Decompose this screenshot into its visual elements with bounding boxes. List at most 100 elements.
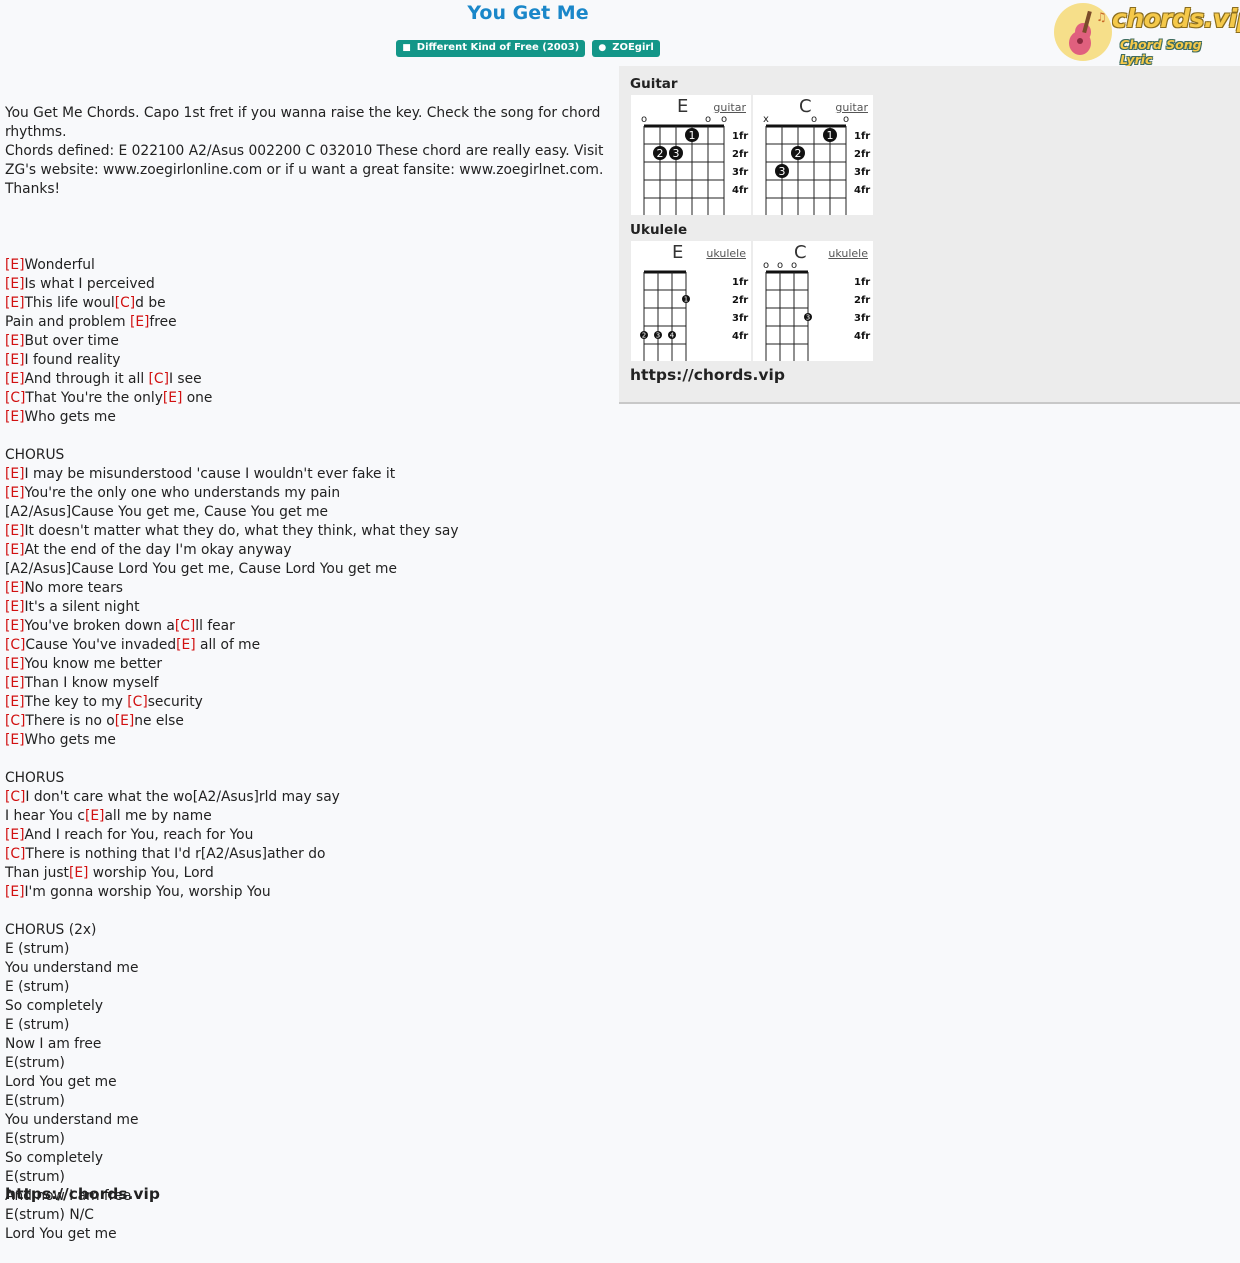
fret-label: 4fr [854,331,870,342]
chord-mark[interactable]: [E] [5,466,24,482]
chord-mark[interactable]: [C] [5,390,25,406]
chord-mark[interactable]: [E] [5,884,24,900]
lyric-line: [E]I'm gonna worship You, worship You [5,884,271,900]
lyric-line: Lord You get me [5,1074,117,1090]
fret-label: 1fr [732,277,748,288]
chord-mark[interactable]: [E] [5,732,24,748]
chord-mark[interactable]: [E] [5,618,24,634]
chord-name: E [672,242,684,263]
fret-label: 3fr [732,313,748,324]
chord-mark[interactable]: [C] [5,637,25,653]
chord-instrument-link[interactable]: guitar [713,101,746,114]
fret-label: 1fr [732,131,748,142]
open-mute-mark: x [763,114,769,125]
artist-label: ZOEgirl [612,42,654,53]
ukulele-heading: Ukulele [630,222,688,238]
chord-mark[interactable]: [C] [5,789,25,805]
lyric-line: I hear You c[E]all me by name [5,808,212,824]
chord-instrument-link[interactable]: guitar [835,101,868,114]
chord-instrument-link[interactable]: ukulele [828,247,868,260]
fret-label: 4fr [732,331,748,342]
intro-line: Thanks! [5,181,61,197]
chord-mark[interactable]: [E] [5,580,24,596]
chord-mark[interactable]: [E] [5,694,24,710]
chord-mark[interactable]: [E] [5,542,24,558]
chord-mark[interactable]: [E] [163,390,182,406]
lyric-line: [E]At the end of the day I'm okay anyway [5,542,292,558]
site-logo[interactable]: ♫ chords.vip Chord Song Lyric [1054,2,1240,67]
person-icon: ● [598,43,607,53]
chord-mark[interactable]: [E] [5,827,24,843]
fret-label: 3fr [854,313,870,324]
lyric-line: [E]You're the only one who understands m… [5,485,341,501]
intro-line: ZG's website: www.zoegirlonline.com or i… [5,162,604,178]
chord-mark[interactable]: [E] [5,409,24,425]
intro-line: Chords defined: E 022100 A2/Asus 002200 … [5,143,604,159]
chord-mark[interactable]: [E] [5,675,24,691]
chord-mark[interactable]: [E] [5,352,24,368]
lyric-line: E(strum) N/C [5,1207,94,1223]
svg-text:♫: ♫ [1096,10,1107,24]
song-content: You Get Me Chords. Capo 1st fret if you … [5,66,605,1263]
panel-site-link[interactable]: https://chords.vip [630,366,785,384]
chord-mark[interactable]: [E] [85,808,104,824]
footer-site-link[interactable]: https://chords.vip [5,1185,160,1203]
lyric-line: [E]Wonderful [5,257,95,273]
lyric-line [5,427,605,446]
album-badge[interactable]: ■ Different Kind of Free (2003) [396,40,586,57]
lyrics-body: [E]Wonderful [E]Is what I perceived [E]Thi… [5,237,605,1244]
album-label: Different Kind of Free (2003) [416,42,580,53]
intro-line: You Get Me Chords. Capo 1st fret if you … [5,105,601,121]
chord-mark[interactable]: [E] [5,257,24,273]
open-mute-mark: o [705,114,711,125]
chord-mark[interactable]: [E] [5,523,24,539]
fret-label: 2fr [732,295,748,306]
chord-mark[interactable]: [C] [5,846,25,862]
fret-label: 4fr [854,185,870,196]
fret-label: 4fr [732,185,748,196]
chord-mark[interactable]: [C] [127,694,147,710]
chord-mark[interactable]: [C] [175,618,195,634]
chord-mark[interactable]: [E] [5,295,24,311]
fret-label: 1fr [854,277,870,288]
lyric-line: [A2/Asus]Cause You get me, Cause You get… [5,504,329,520]
chord-instrument-link[interactable]: ukulele [706,247,746,260]
lyric-line: CHORUS [5,447,65,463]
lyric-line [5,237,605,256]
lyric-line: CHORUS [5,770,65,786]
open-mute-mark: o [641,114,647,125]
lyric-line: [E]Is what I perceived [5,276,155,292]
chord-mark[interactable]: [E] [5,485,24,501]
lyric-line: E(strum) [5,1055,65,1071]
chord-mark[interactable]: [E] [115,713,134,729]
chord-mark[interactable]: [E] [130,314,149,330]
finger-number: 2 [642,332,646,340]
logo-tagline: Chord Song Lyric [1120,37,1202,67]
lyric-line: [E]It doesn't matter what they do, what … [5,523,459,539]
chord-mark[interactable]: [C] [149,371,169,387]
chord-mark[interactable]: [E] [5,656,24,672]
chord-mark[interactable]: [E] [176,637,195,653]
chord-mark[interactable]: [E] [5,333,24,349]
album-icon: ■ [402,43,411,53]
chord-mark[interactable]: [E] [69,865,88,881]
lyric-line: [E]But over time [5,333,119,349]
guitar-chord-card: x o o 1fr 2fr 3fr 4fr 1 2 3 Cguitar [753,95,873,215]
artist-badge[interactable]: ● ZOEgirl [592,40,660,57]
lyric-line: [C]That You're the only[E] one [5,390,213,406]
lyric-line: E (strum) [5,941,70,957]
finger-number: 4 [670,332,675,340]
finger-number: 3 [779,165,786,178]
chord-mark[interactable]: [C] [115,295,135,311]
chord-mark[interactable]: [E] [5,371,24,387]
fret-label: 3fr [854,167,870,178]
lyric-line: E (strum) [5,979,70,995]
logo-wordmark: chords.vip [1112,4,1240,33]
lyric-line: Than just[E] worship You, Lord [5,865,214,881]
lyric-line: [E]The key to my [C]security [5,694,203,710]
song-intro: You Get Me Chords. Capo 1st fret if you … [5,104,605,199]
lyric-line: [E]I may be misunderstood 'cause I would… [5,466,396,482]
chord-mark[interactable]: [E] [5,276,24,292]
chord-mark[interactable]: [C] [5,713,25,729]
chord-mark[interactable]: [E] [5,599,24,615]
